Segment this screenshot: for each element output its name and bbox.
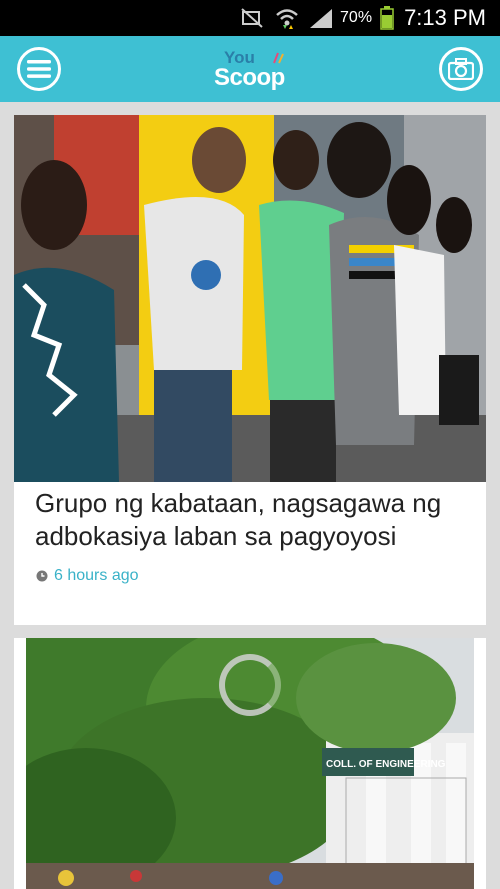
menu-icon: [27, 60, 51, 78]
news-card[interactable]: Grupo ng kabataan, nagsagawa ng adbokasi…: [14, 115, 486, 625]
menu-button[interactable]: [17, 47, 61, 91]
battery-icon: [380, 6, 394, 30]
mute-icon: [240, 7, 266, 29]
camera-icon: [448, 58, 474, 80]
status-bar: 70% 7:13 PM: [0, 0, 500, 36]
loading-spinner: [219, 654, 281, 716]
building-sign-text: COLL. OF ENGINEERING: [326, 759, 446, 770]
wifi-icon: [274, 6, 300, 30]
camera-button[interactable]: [439, 47, 483, 91]
signal-icon: [308, 7, 334, 29]
news-photo[interactable]: [14, 115, 486, 482]
battery-percent: 70%: [340, 9, 373, 26]
app-logo: You Scoop: [214, 48, 294, 94]
news-meta: 6 hours ago: [36, 567, 139, 585]
logo-bottom-text: Scoop: [214, 64, 285, 91]
news-time-ago: 6 hours ago: [54, 567, 139, 584]
news-card[interactable]: COLL. OF ENGINEERING: [14, 638, 486, 889]
clock: 7:13 PM: [404, 5, 486, 30]
app-header: You Scoop: [0, 36, 500, 102]
clock-icon: [36, 570, 48, 582]
news-headline[interactable]: Grupo ng kabataan, nagsagawa ng adbokasi…: [35, 487, 475, 553]
